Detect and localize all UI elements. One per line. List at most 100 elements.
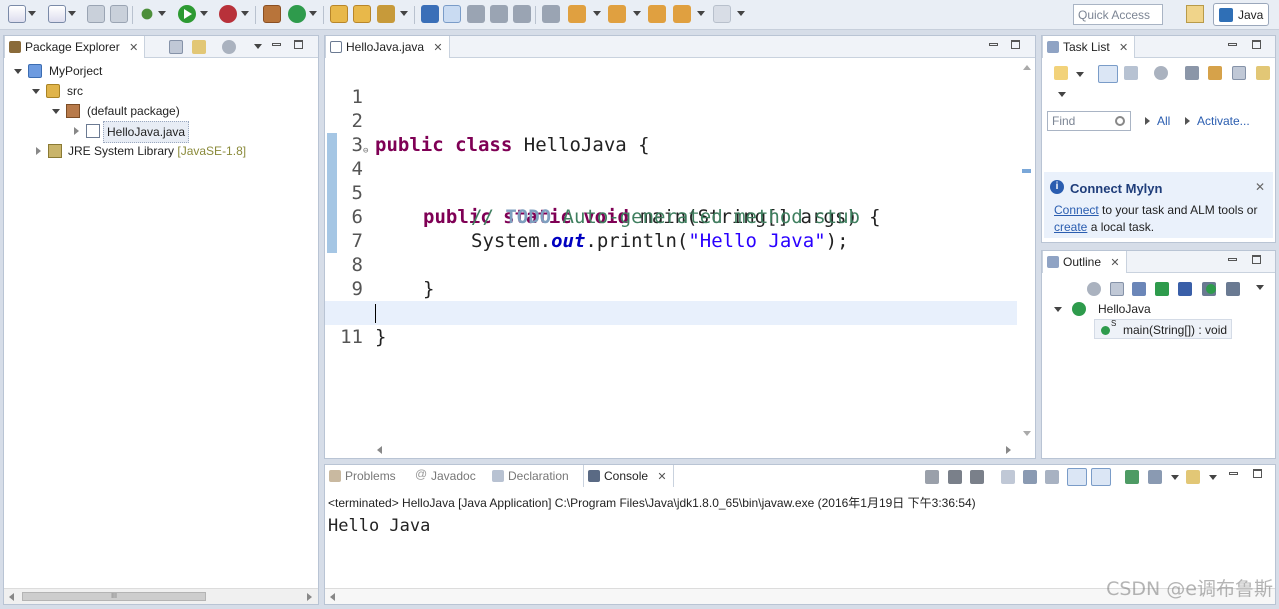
show-whitespace-icon[interactable] bbox=[490, 5, 508, 23]
close-icon[interactable]: ✕ bbox=[1119, 42, 1128, 54]
toggle-mark-icon[interactable] bbox=[421, 5, 439, 23]
forward-icon[interactable] bbox=[713, 5, 731, 23]
scroll-up-icon[interactable] bbox=[1023, 65, 1031, 70]
console-output[interactable]: Hello Java bbox=[328, 516, 430, 536]
minimize-icon[interactable] bbox=[1228, 258, 1237, 261]
minimize-icon[interactable] bbox=[1229, 472, 1238, 475]
all-tasks-link[interactable]: All bbox=[1144, 114, 1170, 128]
minimize-icon[interactable] bbox=[989, 43, 998, 46]
maximize-icon[interactable] bbox=[1252, 40, 1261, 49]
block-selection-icon[interactable] bbox=[467, 5, 485, 23]
new-class-dropdown-icon[interactable] bbox=[309, 11, 317, 17]
scroll-down-icon[interactable] bbox=[1023, 431, 1031, 436]
skip-breakpoints-icon[interactable] bbox=[542, 5, 560, 23]
open-console-dropdown-icon[interactable] bbox=[1209, 475, 1217, 480]
tab-declaration[interactable]: Declaration bbox=[488, 465, 575, 487]
open-type-icon[interactable] bbox=[330, 5, 348, 23]
previous-annotation-icon[interactable] bbox=[608, 5, 626, 23]
search-dropdown-icon[interactable] bbox=[400, 11, 408, 17]
find-input[interactable]: Find bbox=[1047, 111, 1131, 131]
debug-dropdown-icon[interactable] bbox=[158, 11, 166, 17]
outline-item-method[interactable]: S main(String[]) : void bbox=[1094, 319, 1233, 339]
hide-completed-icon[interactable] bbox=[1185, 66, 1199, 80]
new-dropdown-icon[interactable] bbox=[28, 11, 36, 17]
back-dropdown-icon[interactable] bbox=[697, 11, 705, 17]
focus-workweek-icon[interactable] bbox=[1154, 66, 1168, 80]
back-icon[interactable] bbox=[673, 5, 691, 23]
view-menu-icon[interactable] bbox=[1256, 285, 1264, 290]
new-task-dropdown-icon[interactable] bbox=[1076, 72, 1084, 77]
tab-problems[interactable]: Problems bbox=[325, 465, 402, 487]
paragraph-icon[interactable] bbox=[513, 5, 531, 23]
scroll-thumb[interactable]: III bbox=[22, 592, 206, 601]
external-tools-icon[interactable] bbox=[219, 5, 237, 23]
new-package-icon[interactable] bbox=[263, 5, 281, 23]
link-with-editor-icon[interactable] bbox=[1256, 66, 1270, 80]
minimize-icon[interactable] bbox=[1228, 43, 1237, 46]
scroll-left-icon[interactable] bbox=[377, 446, 382, 454]
new-project-dropdown-icon[interactable] bbox=[68, 11, 76, 17]
overview-marker[interactable] bbox=[1022, 169, 1031, 173]
collapse-all-icon[interactable] bbox=[1232, 66, 1246, 80]
show-console-stdout-icon[interactable] bbox=[1067, 468, 1087, 486]
new-project-icon[interactable] bbox=[48, 5, 66, 23]
scroll-left-icon[interactable] bbox=[9, 593, 14, 601]
perspective-java-button[interactable]: Java bbox=[1213, 3, 1269, 26]
collapse-all-icon[interactable] bbox=[169, 40, 183, 54]
view-menu-icon[interactable] bbox=[1058, 92, 1066, 97]
scheduled-icon[interactable] bbox=[1124, 66, 1138, 80]
scroll-left-icon[interactable] bbox=[330, 593, 335, 601]
scroll-right-icon[interactable] bbox=[1006, 446, 1011, 454]
horizontal-scrollbar[interactable]: III bbox=[4, 588, 318, 604]
scroll-right-icon[interactable] bbox=[307, 593, 312, 601]
expand-toggle-icon[interactable] bbox=[74, 127, 79, 135]
run-dropdown-icon[interactable] bbox=[200, 11, 208, 17]
open-folder-icon[interactable] bbox=[353, 5, 371, 23]
new-task-icon[interactable] bbox=[1054, 66, 1068, 80]
focus-icon[interactable] bbox=[222, 40, 236, 54]
maximize-icon[interactable] bbox=[1253, 469, 1262, 478]
categorized-icon[interactable] bbox=[1098, 65, 1118, 83]
scroll-lock-icon[interactable] bbox=[1023, 470, 1037, 484]
expand-toggle-icon[interactable] bbox=[36, 147, 41, 155]
clear-console-icon[interactable] bbox=[1001, 470, 1015, 484]
save-all-icon[interactable] bbox=[110, 5, 128, 23]
view-menu-icon[interactable] bbox=[254, 44, 262, 49]
close-icon[interactable]: ✕ bbox=[1255, 180, 1265, 194]
last-edit-icon[interactable] bbox=[648, 5, 666, 23]
remove-all-terminated-icon[interactable] bbox=[970, 470, 984, 484]
expand-toggle-icon[interactable] bbox=[32, 89, 40, 94]
horizontal-scrollbar[interactable] bbox=[325, 442, 1017, 458]
next-annotation-icon[interactable] bbox=[568, 5, 586, 23]
tab-task-list[interactable]: Task List ✕ bbox=[1042, 36, 1136, 58]
hide-static-icon[interactable] bbox=[1178, 282, 1192, 296]
link-with-editor-icon[interactable] bbox=[192, 40, 206, 54]
synchronize-icon[interactable] bbox=[1208, 66, 1222, 80]
close-icon[interactable]: ✕ bbox=[129, 42, 138, 54]
tab-javadoc[interactable]: @ Javadoc bbox=[411, 465, 482, 487]
hide-fields-icon[interactable] bbox=[1155, 282, 1169, 296]
code-editor[interactable]: 1 2 public class HelloJava { 3 4 ⊖ publi… bbox=[325, 59, 1017, 442]
tab-console[interactable]: Console ✕ bbox=[583, 465, 674, 487]
expand-toggle-icon[interactable] bbox=[1054, 307, 1062, 312]
focus-icon[interactable] bbox=[1087, 282, 1101, 296]
display-console-dropdown-icon[interactable] bbox=[1171, 475, 1179, 480]
word-wrap-icon[interactable] bbox=[1045, 470, 1059, 484]
tab-package-explorer[interactable]: Package Explorer ✕ bbox=[4, 36, 146, 58]
expand-toggle-icon[interactable] bbox=[14, 69, 22, 74]
tab-outline[interactable]: Outline ✕ bbox=[1042, 251, 1127, 273]
minimize-icon[interactable] bbox=[272, 43, 281, 46]
show-console-stderr-icon[interactable] bbox=[1091, 468, 1111, 486]
maximize-icon[interactable] bbox=[294, 40, 303, 49]
run-icon[interactable] bbox=[178, 5, 196, 23]
pin-console-icon[interactable] bbox=[1125, 470, 1139, 484]
open-console-icon[interactable] bbox=[1186, 470, 1200, 484]
connect-link[interactable]: Connect bbox=[1054, 203, 1099, 217]
new-class-icon[interactable] bbox=[288, 5, 306, 23]
maximize-icon[interactable] bbox=[1252, 255, 1261, 264]
sort-icon[interactable] bbox=[1132, 282, 1146, 296]
save-icon[interactable] bbox=[87, 5, 105, 23]
next-annotation-dropdown-icon[interactable] bbox=[593, 11, 601, 17]
close-icon[interactable]: ✕ bbox=[1110, 257, 1119, 269]
debug-icon[interactable] bbox=[138, 5, 156, 23]
